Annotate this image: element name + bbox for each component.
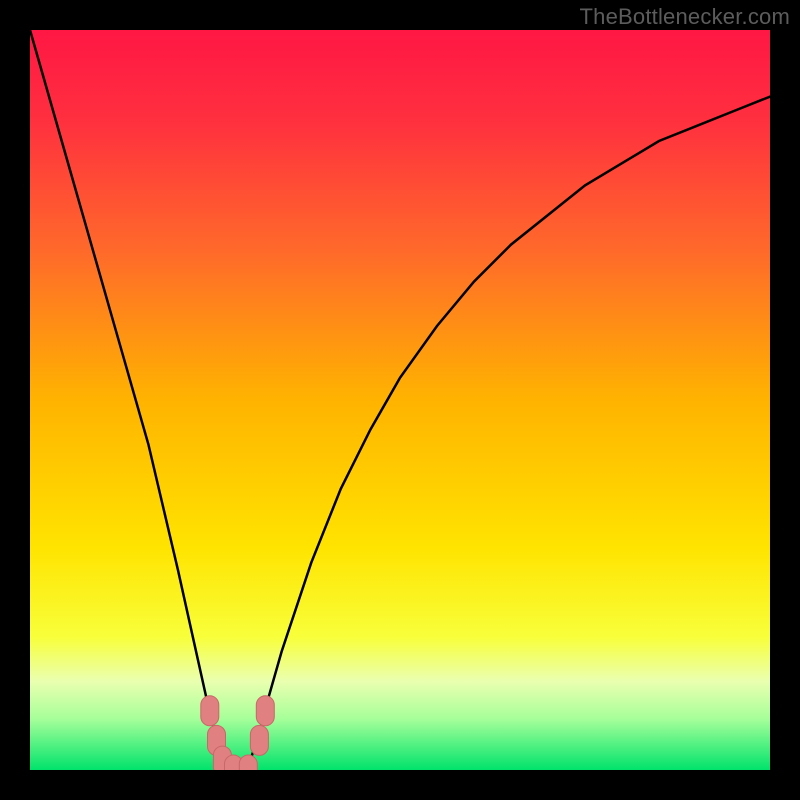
marker (256, 696, 274, 726)
marker (239, 755, 257, 770)
watermark-text: TheBottlenecker.com (580, 4, 790, 30)
marker (250, 725, 268, 755)
plot-area (30, 30, 770, 770)
chart-frame: TheBottlenecker.com (0, 0, 800, 800)
marker (201, 696, 219, 726)
plot-svg (30, 30, 770, 770)
